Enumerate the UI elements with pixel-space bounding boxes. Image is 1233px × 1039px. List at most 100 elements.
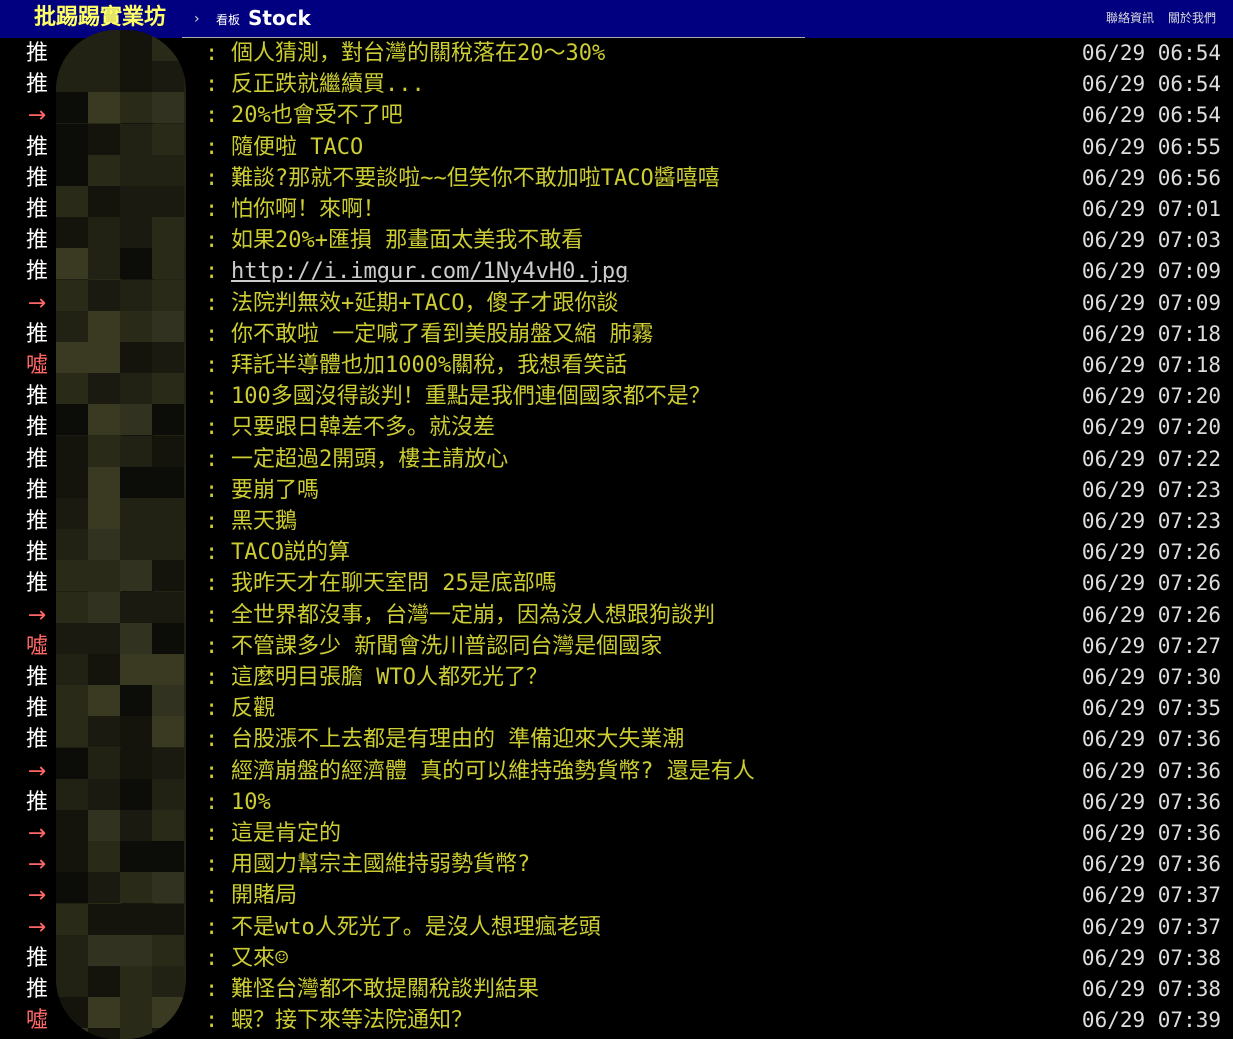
- push-time: 06/29 07:03: [1081, 228, 1221, 253]
- mosaic-block: [120, 61, 152, 93]
- push-tag: 噓: [25, 353, 48, 378]
- mosaic-block: [120, 841, 152, 873]
- mosaic-block: [88, 435, 120, 467]
- push-colon: :: [205, 977, 219, 1002]
- mosaic-block: [88, 841, 120, 873]
- mosaic-block: [56, 654, 88, 685]
- mosaic-block: [88, 591, 120, 623]
- push-content: 台股漲不上去都是有理由的 準備迎來大失業潮: [231, 727, 685, 753]
- board-name-link[interactable]: Stock: [248, 4, 311, 32]
- mosaic-block: [88, 466, 120, 498]
- push-tag: 推: [25, 228, 48, 254]
- push-colon: :: [205, 789, 219, 815]
- mosaic-block: [120, 591, 152, 623]
- push-colon: :: [205, 571, 219, 597]
- push-colon: :: [205, 602, 219, 628]
- mosaic-block: [152, 934, 184, 966]
- push-colon: :: [205, 72, 219, 98]
- push-colon: :: [205, 540, 219, 566]
- push-tag: 推: [25, 789, 48, 815]
- site-logo[interactable]: 批踢踢實業坊: [34, 3, 166, 33]
- mosaic-block: [152, 810, 184, 841]
- push-content: 10%: [231, 789, 271, 815]
- mosaic-block: [88, 186, 120, 217]
- push-time: 06/29 07:35: [1081, 696, 1221, 721]
- push-time: 06/29 07:36: [1081, 789, 1221, 814]
- push-content-link[interactable]: http://i.imgur.com/1Ny4vH0.jpg: [231, 256, 628, 287]
- push-colon: :: [205, 259, 219, 285]
- mosaic-block: [56, 685, 88, 717]
- mosaic-block: [56, 778, 88, 810]
- push-tag: 推: [25, 540, 48, 566]
- mosaic-block: [88, 872, 120, 904]
- push-tag: 推: [25, 259, 48, 285]
- push-content: 又來☺: [231, 945, 289, 971]
- push-colon: :: [205, 852, 219, 878]
- mosaic-block: [120, 716, 152, 748]
- mosaic-block: [152, 123, 184, 155]
- mosaic-block: [120, 529, 152, 561]
- push-time: 06/29 07:26: [1081, 571, 1221, 596]
- push-colon: :: [205, 914, 219, 940]
- push-content: 這是肯定的: [231, 821, 342, 846]
- push-content: 你不敢啦 一定喊了看到美股崩盤又縮 肺霧: [231, 321, 654, 347]
- push-tag: 噓: [25, 1008, 48, 1034]
- nav-contact-link[interactable]: 聯絡資訊: [1106, 9, 1154, 27]
- push-content: 黑天鵝: [231, 509, 298, 534]
- mosaic-block: [152, 529, 184, 561]
- mosaic-block: [152, 1028, 184, 1039]
- nav-about-link[interactable]: 關於我們: [1168, 9, 1216, 27]
- mosaic-block: [152, 248, 184, 280]
- mosaic-block: [56, 466, 88, 498]
- mosaic-block: [88, 217, 120, 249]
- push-tag: →: [27, 103, 47, 129]
- push-colon: :: [205, 446, 219, 472]
- mosaic-block: [120, 435, 152, 467]
- push-colon: :: [205, 134, 219, 160]
- mosaic-block: [56, 279, 88, 311]
- push-time: 06/29 07:01: [1081, 197, 1221, 221]
- mosaic-block: [120, 373, 152, 405]
- mosaic-block: [88, 92, 120, 124]
- push-time: 06/29 07:09: [1081, 290, 1221, 315]
- push-row: 推: 個人猜測，對台灣的關稅落在20～30% 06/29 06:54: [0, 38, 1233, 69]
- mosaic-block: [120, 903, 152, 935]
- push-time: 06/29 07:18: [1081, 321, 1221, 346]
- mosaic-block: [120, 310, 152, 342]
- mosaic-block: [88, 123, 120, 155]
- mosaic-block: [88, 654, 120, 685]
- mosaic-block: [120, 997, 152, 1029]
- mosaic-block: [120, 92, 152, 124]
- push-content: 一定超過2開頭，樓主請放心: [231, 446, 509, 472]
- mosaic-block: [88, 747, 120, 779]
- mosaic-block: [56, 934, 88, 966]
- mosaic-block: [120, 1028, 152, 1039]
- push-time: 06/29 07:18: [1081, 353, 1221, 377]
- push-content: 怕你啊！來啊！: [231, 197, 386, 222]
- push-content: 如果20%+匯損 那畫面太美我不敢看: [231, 228, 584, 254]
- mosaic-block: [152, 903, 184, 935]
- mosaic-block: [56, 342, 88, 373]
- push-tag: →: [27, 758, 47, 784]
- mosaic-block: [56, 404, 88, 436]
- mosaic-block: [56, 217, 88, 249]
- push-tag: →: [27, 852, 47, 878]
- push-colon: :: [205, 945, 219, 971]
- mosaic-block: [120, 622, 152, 654]
- mosaic-block: [152, 186, 184, 217]
- push-time: 06/29 07:23: [1081, 509, 1221, 533]
- mosaic-block: [56, 1028, 88, 1039]
- mosaic-block: [56, 997, 88, 1029]
- mosaic-block: [120, 872, 152, 904]
- push-content: 法院判無效+延期+TACO，傻子才跟你談: [231, 290, 619, 316]
- push-time: 06/29 07:36: [1081, 758, 1221, 783]
- push-time: 06/29 06:54: [1081, 41, 1221, 65]
- push-tag: →: [27, 883, 47, 909]
- push-tag: 推: [25, 571, 48, 597]
- mosaic-block: [152, 591, 184, 623]
- mosaic-block: [152, 154, 184, 186]
- mosaic-block: [88, 248, 120, 280]
- mosaic-block: [120, 747, 152, 779]
- mosaic-block: [88, 997, 120, 1029]
- push-time: 06/29 07:37: [1081, 914, 1221, 939]
